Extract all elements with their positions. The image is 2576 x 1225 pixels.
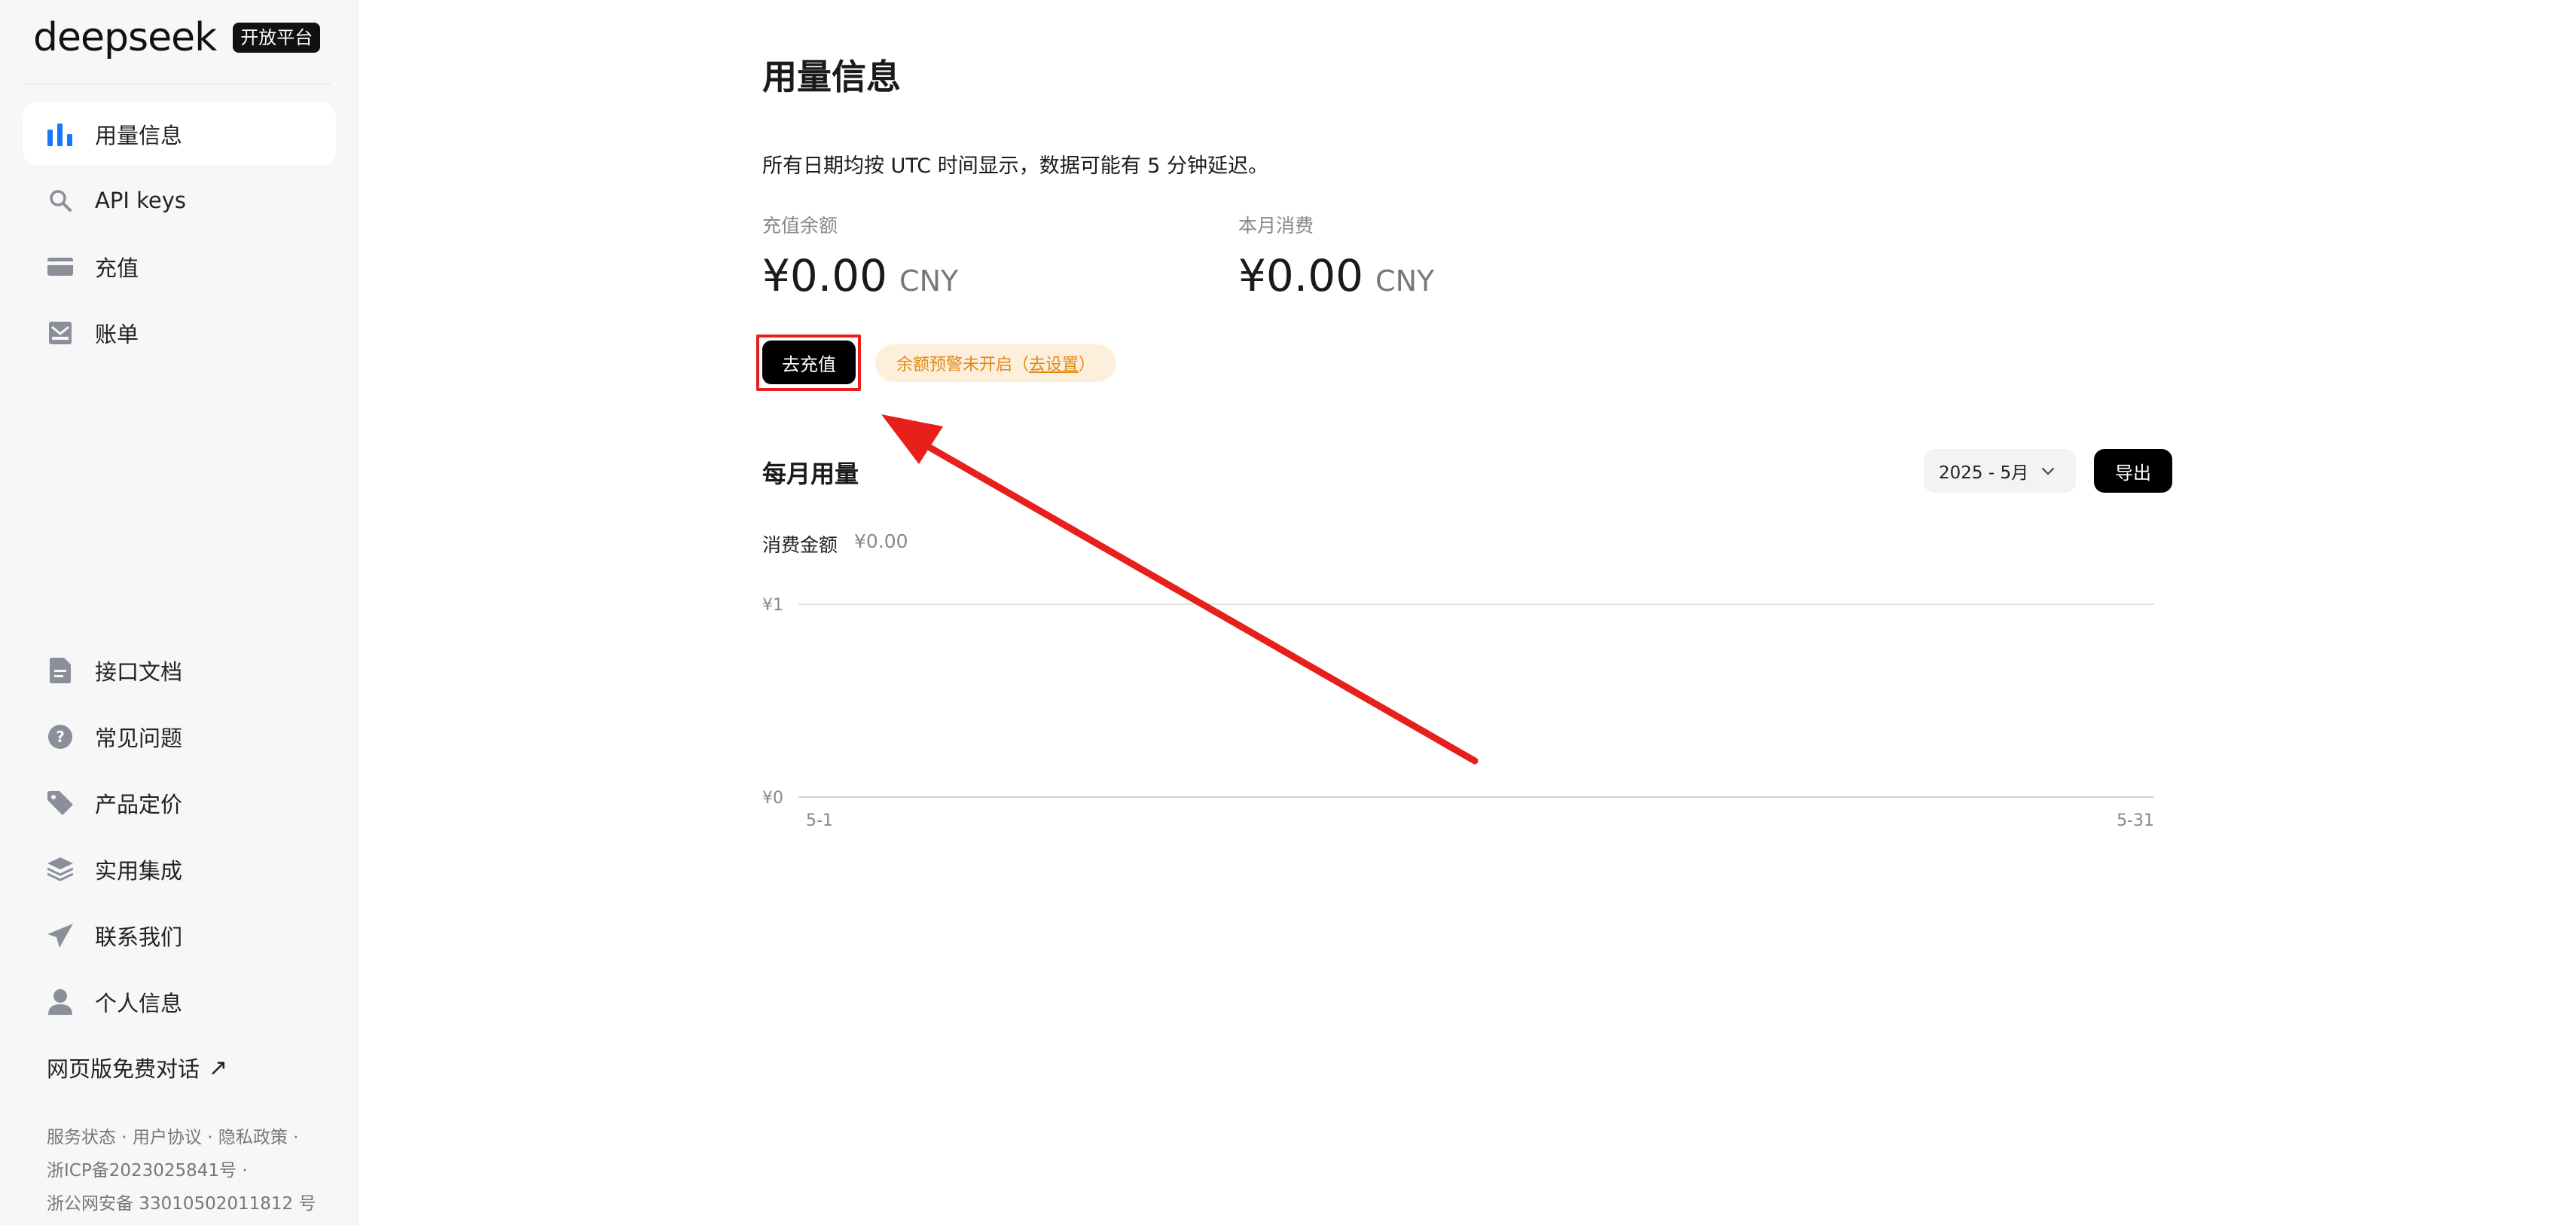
user-icon: [47, 988, 74, 1016]
sidebar-item-billing[interactable]: 账单: [23, 301, 336, 365]
sidebar-item-label: 联系我们: [95, 924, 183, 950]
sidebar-item-label: API keys: [95, 188, 186, 213]
sidebar-item-label: 实用集成: [95, 858, 183, 884]
credit-card-icon: [47, 253, 74, 280]
sidebar-item-pricing[interactable]: 产品定价: [23, 771, 336, 835]
balance-amount: ¥0.00: [762, 250, 888, 301]
sidebar-footer: 服务状态 · 用户协议 · 隐私政策 · 浙ICP备2023025841号 · …: [47, 1121, 316, 1220]
price-tag-icon: [47, 790, 74, 817]
sidebar-item-integrations[interactable]: 实用集成: [23, 838, 336, 901]
export-button[interactable]: 导出: [2094, 449, 2172, 493]
layers-icon: [47, 856, 74, 883]
external-link-icon: ↗: [209, 1054, 228, 1081]
sidebar-item-usage[interactable]: 用量信息: [23, 102, 336, 166]
spend-value: ¥0.00: [854, 530, 908, 552]
bar-chart-icon: [47, 121, 74, 148]
sidebar-item-profile[interactable]: 个人信息: [23, 970, 336, 1034]
brand-name: deepseek: [33, 15, 217, 60]
sidebar-item-label: 用量信息: [95, 123, 183, 148]
sidebar-item-label: 接口文档: [95, 659, 183, 685]
sidebar-item-contact[interactable]: 联系我们: [23, 904, 336, 967]
y-tick-label: ¥0: [762, 789, 783, 808]
svg-text:?: ?: [56, 728, 65, 746]
monthly-spend-amount: ¥0.00: [1238, 250, 1364, 301]
monthly-usage-title: 每月用量: [762, 460, 859, 488]
alert-settings-link[interactable]: 去设置: [1029, 351, 1079, 375]
sidebar-item-label: 个人信息: [95, 991, 183, 1016]
sidebar-item-recharge[interactable]: 充值: [23, 235, 336, 298]
monthly-spend-label: 本月消费: [1238, 215, 1314, 237]
sidebar: deepseek 开放平台 用量信息 API keys 充值 账单 接口文档 ?…: [0, 0, 359, 1225]
brand-logo[interactable]: deepseek 开放平台: [33, 15, 321, 60]
page-title: 用量信息: [762, 57, 901, 97]
monthly-spend-stat: 本月消费 ¥0.00 CNY: [1238, 211, 1434, 301]
recharge-button[interactable]: 去充值: [762, 341, 856, 384]
sidebar-item-label: 产品定价: [95, 792, 183, 817]
sidebar-item-label: 常见问题: [95, 726, 183, 751]
footer-icp[interactable]: 浙ICP备2023025841号 ·: [47, 1154, 316, 1187]
month-select[interactable]: 2025 - 5月: [1924, 449, 2076, 493]
balance-stat: 充值余额 ¥0.00 CNY: [762, 211, 958, 301]
balance-label: 充值余额: [762, 215, 838, 237]
document-icon: [47, 657, 74, 684]
sidebar-item-label: 账单: [95, 322, 139, 347]
chevron-down-icon: [2040, 463, 2056, 484]
x-tick-label: 5-31: [2117, 811, 2154, 830]
web-chat-link[interactable]: 网页版免费对话 ↗: [47, 1052, 227, 1083]
monthly-spend-unit: CNY: [1375, 264, 1435, 298]
balance-unit: CNY: [899, 264, 959, 298]
sidebar-divider: [23, 83, 331, 84]
alert-text: 余额预警未开启（: [896, 356, 1030, 374]
alert-suffix: ）: [1079, 356, 1096, 374]
sidebar-nav-secondary: 接口文档 ? 常见问题 产品定价 实用集成 联系我们 个人信息: [23, 639, 336, 1037]
search-key-icon: [47, 187, 74, 214]
x-tick-label: 5-1: [806, 811, 833, 830]
question-icon: ?: [47, 723, 74, 750]
inbox-icon: [47, 319, 74, 347]
balance-alert-pill: 余额预警未开启（ 去设置 ）: [875, 344, 1117, 382]
web-chat-label: 网页版免费对话: [47, 1056, 200, 1082]
sidebar-item-label: 充值: [95, 255, 139, 281]
paper-plane-icon: [47, 922, 74, 949]
footer-policy-links[interactable]: 服务状态 · 用户协议 · 隐私政策 ·: [47, 1121, 316, 1154]
spend-label: 消费金额: [762, 534, 838, 556]
y-tick-label: ¥1: [762, 596, 783, 615]
sidebar-item-faq[interactable]: ? 常见问题: [23, 705, 336, 768]
footer-police-record[interactable]: 浙公网安备 33010502011812 号: [47, 1187, 316, 1220]
usage-chart: ¥0 ¥1 5-1 5-31: [762, 596, 2154, 830]
sidebar-item-api-docs[interactable]: 接口文档: [23, 639, 336, 702]
timezone-notice: 所有日期均按 UTC 时间显示，数据可能有 5 分钟延迟。: [762, 154, 1269, 178]
month-select-value: 2025 - 5月: [1939, 463, 2029, 483]
sidebar-item-api-keys[interactable]: API keys: [23, 169, 336, 232]
platform-badge: 开放平台: [233, 23, 321, 53]
sidebar-nav-primary: 用量信息 API keys 充值 账单: [23, 102, 336, 368]
spend-summary: 消费金额 ¥0.00: [762, 530, 908, 558]
